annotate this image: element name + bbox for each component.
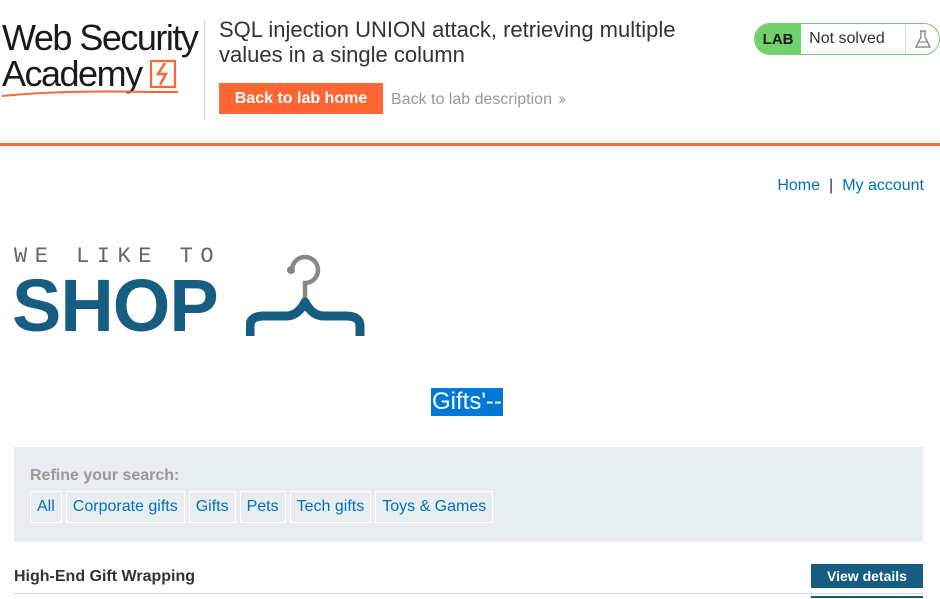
top-nav: Home | My account bbox=[777, 177, 924, 195]
filter-all[interactable]: All bbox=[30, 491, 62, 523]
web-security-academy-logo[interactable]: Web Security Academy bbox=[2, 18, 202, 98]
view-details-button[interactable]: View details bbox=[811, 564, 923, 588]
nav-home-link[interactable]: Home bbox=[777, 177, 820, 194]
lab-status-text: Not solved bbox=[809, 30, 885, 47]
lab-title: SQL injection UNION attack, retrieving m… bbox=[219, 17, 676, 67]
back-to-lab-home-button[interactable]: Back to lab home bbox=[219, 83, 383, 114]
filter-toys-and-games[interactable]: Toys & Games bbox=[375, 491, 494, 523]
filter-panel: Refine your search: All Corporate gifts … bbox=[14, 447, 923, 542]
back-to-lab-description-link[interactable]: Back to lab description ›› bbox=[391, 89, 567, 109]
refine-search-label: Refine your search: bbox=[30, 467, 180, 484]
search-results-heading: Gifts'-- bbox=[431, 388, 503, 416]
logo-underline-swoosh bbox=[2, 90, 178, 97]
lab-header: Web Security Academy SQL injection UNION… bbox=[0, 0, 940, 146]
table-row: High-End Gift Wrapping View details bbox=[14, 562, 923, 598]
clothes-hanger-icon bbox=[246, 254, 365, 336]
filter-gifts[interactable]: Gifts bbox=[188, 491, 236, 523]
header-accent-rule bbox=[0, 143, 940, 146]
shop-logo: WE LIKE TO SHOP bbox=[12, 244, 374, 347]
shop-logo-word: SHOP bbox=[12, 264, 219, 347]
flask-icon bbox=[905, 24, 939, 54]
back-to-lab-description-label: Back to lab description bbox=[391, 91, 552, 108]
filter-corporate-gifts[interactable]: Corporate gifts bbox=[65, 491, 185, 523]
lightning-bolt-icon bbox=[149, 59, 177, 89]
header-divider bbox=[204, 20, 205, 120]
double-chevron-right-icon: ›› bbox=[557, 89, 567, 108]
product-name: High-End Gift Wrapping bbox=[14, 568, 196, 585]
lab-status-widget: LAB Not solved bbox=[754, 23, 940, 55]
filter-pets[interactable]: Pets bbox=[239, 491, 286, 523]
filter-tech-gifts[interactable]: Tech gifts bbox=[289, 491, 372, 523]
nav-separator: | bbox=[829, 177, 834, 194]
category-filter-list: All Corporate gifts Gifts Pets Tech gift… bbox=[30, 491, 494, 523]
nav-my-account-link[interactable]: My account bbox=[842, 177, 924, 194]
logo-line-1: Web Security bbox=[2, 17, 199, 58]
lab-status-badge: LAB bbox=[755, 24, 802, 54]
button-underline bbox=[811, 596, 923, 598]
